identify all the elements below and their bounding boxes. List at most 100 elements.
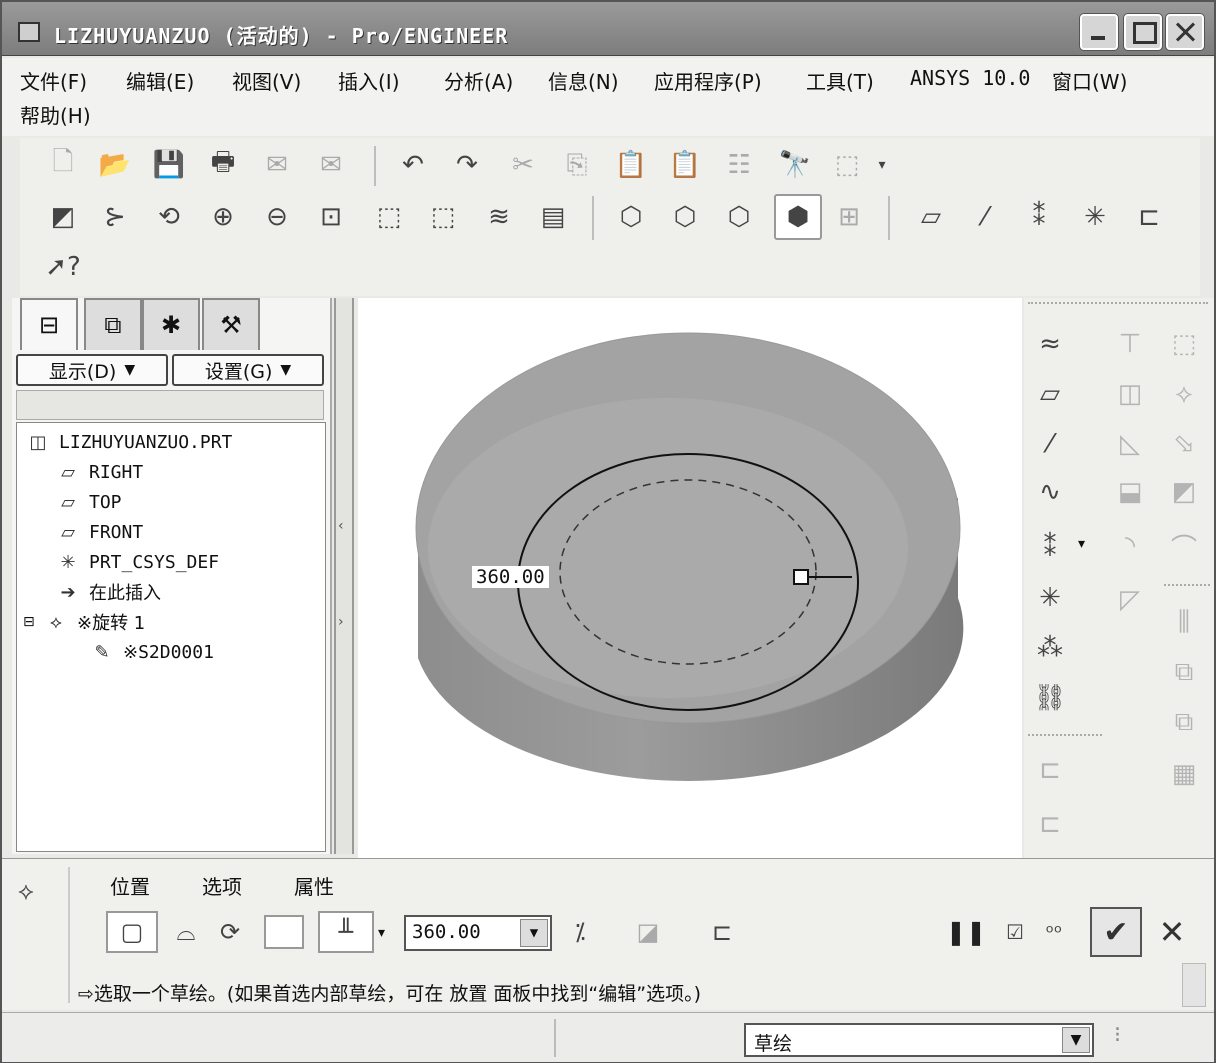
menu-applications[interactable]: 应用程序(P) (654, 66, 762, 95)
tree-item[interactable]: ▱ FRONT (53, 519, 143, 545)
collapse-left-icon[interactable]: ‹ (338, 518, 344, 534)
pause-icon[interactable]: ❚❚ (946, 911, 986, 953)
collapse-icon[interactable]: ⊟ (23, 614, 41, 630)
spin-center-icon[interactable]: ⊱ (96, 198, 134, 236)
context-help-icon[interactable]: ➚? (44, 248, 82, 286)
cancel-x-icon[interactable]: ✕ (1150, 911, 1194, 953)
tab-placement[interactable]: 位置 (110, 871, 150, 900)
pattern-icon[interactable]: ▦ (1162, 752, 1206, 796)
tree-item[interactable]: ➔ 在此插入 (53, 579, 161, 605)
sketched-curve-icon[interactable]: ∿ (1028, 470, 1072, 514)
angle-input[interactable]: 360.00 ▼ (404, 915, 552, 951)
reorient-icon[interactable]: ⬚ (370, 198, 408, 236)
accept-check-icon[interactable]: ✔ (1090, 907, 1142, 957)
tree-item[interactable]: ◫ LIZHUYUANZUO.PRT (23, 429, 232, 455)
datum-point-tool-icon[interactable]: ⁑ (1028, 526, 1072, 570)
trim-icon[interactable]: ⧉ (1162, 700, 1206, 744)
thicken-icon[interactable]: ⊏ (700, 911, 744, 953)
flip-direction-icon[interactable]: ⁒ (558, 911, 602, 953)
tree-item[interactable]: ✎ ※S2D0001 (87, 639, 214, 665)
open-file-icon[interactable]: 📂 (96, 146, 134, 184)
model-tree-toggle-icon[interactable]: ⊞ (830, 198, 868, 236)
csys-display-icon[interactable]: ✳ (1076, 198, 1114, 236)
email-icon[interactable]: ✉ (258, 146, 296, 184)
angle-dimension-label[interactable]: 360.00 (472, 566, 549, 588)
settings-dropdown[interactable]: 设置(G) ▼ (172, 354, 324, 386)
zoom-in-icon[interactable]: ⊕ (204, 198, 242, 236)
analysis-feature-icon[interactable]: ⁂ (1028, 626, 1072, 670)
annotation-display-icon[interactable]: ⊏ (1130, 198, 1168, 236)
cut-icon[interactable]: ✂ (504, 146, 542, 184)
undo-icon[interactable]: ↶ (394, 146, 432, 184)
rib-icon[interactable]: ⬓ (1108, 470, 1152, 514)
datum-curve-icon[interactable]: ≈ (1028, 322, 1072, 366)
datum-plane-tool-icon[interactable]: ▱ (1028, 372, 1072, 416)
email-link-icon[interactable]: ✉ (312, 146, 350, 184)
glasses-preview-icon[interactable]: ᵒᵒ (1030, 911, 1078, 953)
panel-splitter[interactable]: ‹ › (334, 298, 354, 854)
menu-info[interactable]: 信息(N) (548, 66, 619, 95)
repaint-icon[interactable]: ◩ (44, 198, 82, 236)
tab-folder-browser[interactable]: ⧉ (84, 298, 142, 350)
tree-item[interactable]: ✳ PRT_CSYS_DEF (53, 549, 219, 575)
copy-icon[interactable]: ⎘ (558, 146, 596, 184)
paste-special-icon[interactable]: 📋 (666, 146, 704, 184)
shell-icon[interactable]: ⌒ (1162, 524, 1206, 568)
merge-icon[interactable]: ⧉ (1162, 650, 1206, 694)
tab-favorites[interactable]: ✱ (142, 298, 200, 350)
saved-views-icon[interactable]: ⬚ (424, 198, 462, 236)
orient-mode-icon[interactable]: ⟲ (150, 198, 188, 236)
menu-window[interactable]: 窗口(W) (1052, 66, 1127, 95)
round-icon[interactable]: ◝ (1108, 524, 1152, 568)
menu-help[interactable]: 帮助(H) (20, 100, 91, 129)
tab-connections[interactable]: ⚒ (202, 298, 260, 350)
menu-insert[interactable]: 插入(I) (338, 66, 400, 95)
wireframe-icon[interactable]: ⬡ (612, 198, 650, 236)
annotation-tool-icon[interactable]: ⊏ (1028, 748, 1072, 792)
chevron-down-icon[interactable]: ▾ (378, 925, 385, 941)
preview-checkbox[interactable]: ☑ (1000, 911, 1030, 953)
paste-icon[interactable]: 📋 (612, 146, 650, 184)
redo-icon[interactable]: ↷ (448, 146, 486, 184)
surface-toggle-button[interactable]: ⌓ (162, 911, 210, 953)
layers-icon[interactable]: ≋ (480, 198, 518, 236)
menu-analysis[interactable]: 分析(A) (444, 66, 513, 95)
chain-link-icon[interactable]: ⛓ (1028, 676, 1072, 720)
remove-material-icon[interactable]: ◪ (626, 911, 670, 953)
draft-icon[interactable]: ◺ (1108, 422, 1152, 466)
revolve-tool-icon[interactable]: ⟡ (1162, 372, 1206, 416)
show-dropdown[interactable]: 显示(D) ▼ (16, 354, 168, 386)
solid-toggle-button[interactable]: ▢ (106, 911, 158, 953)
chevron-down-icon[interactable]: ▾ (872, 146, 892, 184)
chamfer-icon[interactable]: ◸ (1108, 578, 1152, 622)
datum-axis-display-icon[interactable]: ⁄ (966, 198, 1004, 236)
close-button[interactable] (1166, 14, 1204, 50)
save-icon[interactable]: 💾 (150, 146, 188, 184)
sweep-icon[interactable]: ⬂ (1162, 422, 1206, 466)
chevron-down-icon[interactable]: ▼ (1062, 1027, 1090, 1053)
datum-point-display-icon[interactable]: ⁑ (1020, 198, 1058, 236)
minimize-button[interactable] (1080, 14, 1118, 50)
maximize-button[interactable] (1124, 14, 1162, 50)
tree-item[interactable]: ▱ RIGHT (53, 459, 143, 485)
blend-icon[interactable]: ⬚ (1162, 322, 1206, 366)
tab-properties[interactable]: 属性 (294, 871, 334, 900)
selection-filter[interactable]: 草绘 ▼ (744, 1023, 1094, 1057)
refit-icon[interactable]: ⊡ (312, 198, 350, 236)
menu-tools[interactable]: 工具(T) (806, 66, 874, 95)
menu-ansys[interactable]: ANSYS 10.0 (910, 66, 1030, 90)
axis-select-icon[interactable]: ⟳ (210, 911, 250, 953)
angle-drag-handle[interactable] (793, 569, 809, 585)
csys-tool-icon[interactable]: ✳ (1028, 576, 1072, 620)
hole-icon[interactable]: ◫ (1108, 372, 1152, 416)
menu-edit[interactable]: 编辑(E) (126, 66, 194, 95)
chevron-down-icon[interactable]: ▾ (1078, 536, 1085, 552)
find-icon[interactable]: 🔭 (776, 146, 814, 184)
new-file-icon[interactable]: 🗋 (44, 146, 82, 184)
view-manager-icon[interactable]: ▤ (534, 198, 572, 236)
tab-model-tree[interactable]: ⊟ (20, 298, 78, 350)
angle-type-button[interactable]: ╨ (318, 911, 374, 953)
regenerate-icon[interactable]: ☷ (720, 146, 758, 184)
menu-file[interactable]: 文件(F) (20, 66, 87, 95)
graphics-window[interactable]: 360.00 (358, 298, 1022, 858)
